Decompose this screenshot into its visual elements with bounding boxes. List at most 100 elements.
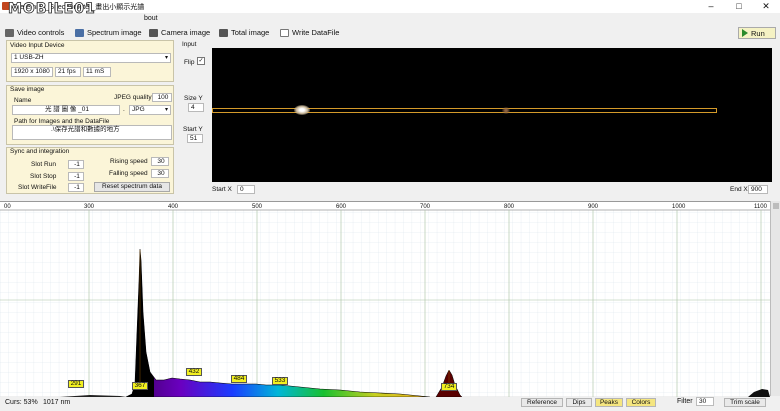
- slot-run-input[interactable]: -1: [68, 160, 84, 169]
- format-value: JPG: [132, 106, 145, 113]
- flip-label: Flip: [184, 59, 195, 66]
- path-label: Path for Images and the DataFile: [14, 118, 110, 125]
- cursor-nm: 1017 nm: [43, 399, 71, 406]
- path-input[interactable]: .\保存光譜和數據的地方: [12, 125, 172, 140]
- start-y-input[interactable]: 51: [187, 134, 203, 143]
- axis-tick-label: 1000: [672, 204, 686, 210]
- group-title: Sync and integration: [10, 148, 70, 155]
- slot-writefile-input[interactable]: -1: [68, 183, 84, 192]
- start-x-label: Start X: [212, 186, 232, 193]
- spectral-line-glow: [502, 107, 510, 114]
- peak-label: 367: [132, 382, 148, 390]
- peak-label: 432: [186, 368, 202, 376]
- camera-image-button[interactable]: Camera image: [149, 28, 210, 37]
- peak-label: 291: [68, 380, 84, 388]
- image-icon: [75, 28, 84, 37]
- total-image-button[interactable]: Total image: [219, 28, 269, 37]
- falling-speed-label: Falling speed: [109, 170, 148, 177]
- spectrum-image-label: Spectrum image: [87, 28, 142, 37]
- dips-button[interactable]: Dips: [566, 398, 592, 407]
- write-datafile-label: Write DataFile: [292, 28, 340, 37]
- scrollbar-thumb[interactable]: [773, 203, 779, 209]
- menu-about[interactable]: bout: [144, 15, 158, 22]
- name-label: Name: [14, 97, 32, 104]
- status-bar: Curs: 53% 1017 nm Filter 30: [0, 397, 780, 411]
- camera-view[interactable]: [212, 48, 772, 182]
- camera-image-label: Camera image: [161, 28, 211, 37]
- toolbar: Video controls Spectrum image Camera ima…: [0, 26, 780, 40]
- axis-tick-label: 900: [588, 204, 599, 210]
- flip-checkbox[interactable]: ✓: [197, 57, 205, 65]
- group-title: Save image: [10, 86, 45, 93]
- axis-tick-label: 1100: [754, 204, 768, 210]
- video-camera-icon: [5, 28, 14, 37]
- input-title: Input: [182, 41, 197, 48]
- filter-input[interactable]: 30: [696, 397, 714, 406]
- total-image-label: Total image: [231, 28, 270, 37]
- reference-button[interactable]: Reference: [521, 398, 563, 407]
- peak-label: 533: [272, 377, 288, 385]
- format-select[interactable]: JPG ▾: [129, 105, 171, 115]
- axis-tick-label: 300: [84, 204, 95, 210]
- device-value: 1 USB-ZH: [14, 54, 44, 61]
- chevron-down-icon: ▾: [164, 107, 168, 113]
- chevron-down-icon: ▾: [164, 55, 168, 61]
- start-y-label: Start Y: [183, 126, 203, 133]
- filter-label: Filter: [677, 398, 693, 405]
- camera-icon: [219, 28, 228, 37]
- reset-spectrum-button[interactable]: Reset spectrum data: [94, 182, 170, 192]
- close-icon[interactable]: ✕: [752, 0, 780, 13]
- end-x-input[interactable]: 900: [748, 185, 768, 194]
- slot-writefile-label: Slot WriteFile: [18, 184, 57, 191]
- vertical-scrollbar[interactable]: [770, 201, 780, 396]
- slot-stop-label: Slot Stop: [30, 173, 57, 180]
- rising-speed-input[interactable]: 30: [151, 157, 169, 166]
- maximize-icon[interactable]: □: [725, 0, 753, 13]
- play-icon: [742, 29, 748, 37]
- rising-speed-label: Rising speed: [110, 158, 148, 165]
- jpeg-quality-input[interactable]: 100: [152, 93, 172, 102]
- axis-tick-label: 600: [336, 204, 347, 210]
- slot-stop-input[interactable]: -1: [68, 172, 84, 181]
- video-controls-label: Video controls: [17, 28, 65, 37]
- slot-run-label: Slot Run: [31, 161, 56, 168]
- path-value: .\保存光譜和數據的地方: [51, 126, 120, 133]
- start-x-input[interactable]: 0: [237, 185, 255, 194]
- camera-icon: [149, 28, 158, 37]
- save-image-group: Save image Name JPEG quality 100 光 譜 圖 像…: [6, 85, 174, 145]
- watermark-logo: MOBILE01: [8, 1, 96, 18]
- minimize-icon[interactable]: –: [697, 0, 725, 13]
- jpeg-quality-label: JPEG quality: [114, 94, 152, 101]
- write-datafile-button[interactable]: Write DataFile: [280, 28, 339, 37]
- document-icon: [280, 28, 289, 37]
- size-y-input[interactable]: 4: [188, 103, 204, 112]
- size-y-label: Size Y: [184, 95, 203, 102]
- axis-tick-label: 400: [168, 204, 179, 210]
- run-label: Run: [751, 28, 765, 38]
- peaks-button[interactable]: Peaks: [595, 398, 623, 407]
- video-input-group: Video Input Device 1 USB-ZH ▾ 1920 x 108…: [6, 40, 174, 82]
- peak-label: 734: [441, 383, 457, 391]
- ms-field: 11 mS: [83, 67, 111, 77]
- trim-scale-button[interactable]: Trim scale: [724, 398, 766, 407]
- resolution-field: 1920 x 1080: [11, 67, 53, 77]
- end-x-label: End X: [730, 186, 748, 193]
- cursor-percent: Curs: 53%: [5, 399, 38, 406]
- title-bar: Theremino_Spectrometer_畫出小顯示光譜 – □ ✕: [0, 0, 780, 13]
- video-controls-button[interactable]: Video controls: [5, 28, 64, 37]
- image-name-input[interactable]: 光 譜 圖 像 _01: [12, 105, 120, 115]
- extension-dot: .: [123, 106, 125, 113]
- spectrum-svg: 00 300 400 500 600 700 800 900 1000 1100: [0, 204, 770, 398]
- spectrum-graph[interactable]: 00 300 400 500 600 700 800 900 1000 1100…: [0, 201, 770, 398]
- run-button[interactable]: Run: [738, 27, 776, 39]
- video-device-select[interactable]: 1 USB-ZH ▾: [11, 53, 171, 63]
- falling-speed-input[interactable]: 30: [151, 169, 169, 178]
- sync-group: Sync and integration Slot Run -1 Slot St…: [6, 147, 174, 194]
- roi-rectangle[interactable]: [212, 108, 717, 113]
- axis-tick-label: 500: [252, 204, 263, 210]
- peak-label: 484: [231, 375, 247, 383]
- fps-field: 21 fps: [55, 67, 81, 77]
- axis-tick-label: 700: [420, 204, 431, 210]
- spectrum-image-button[interactable]: Spectrum image: [75, 28, 142, 37]
- colors-button[interactable]: Colors: [626, 398, 656, 407]
